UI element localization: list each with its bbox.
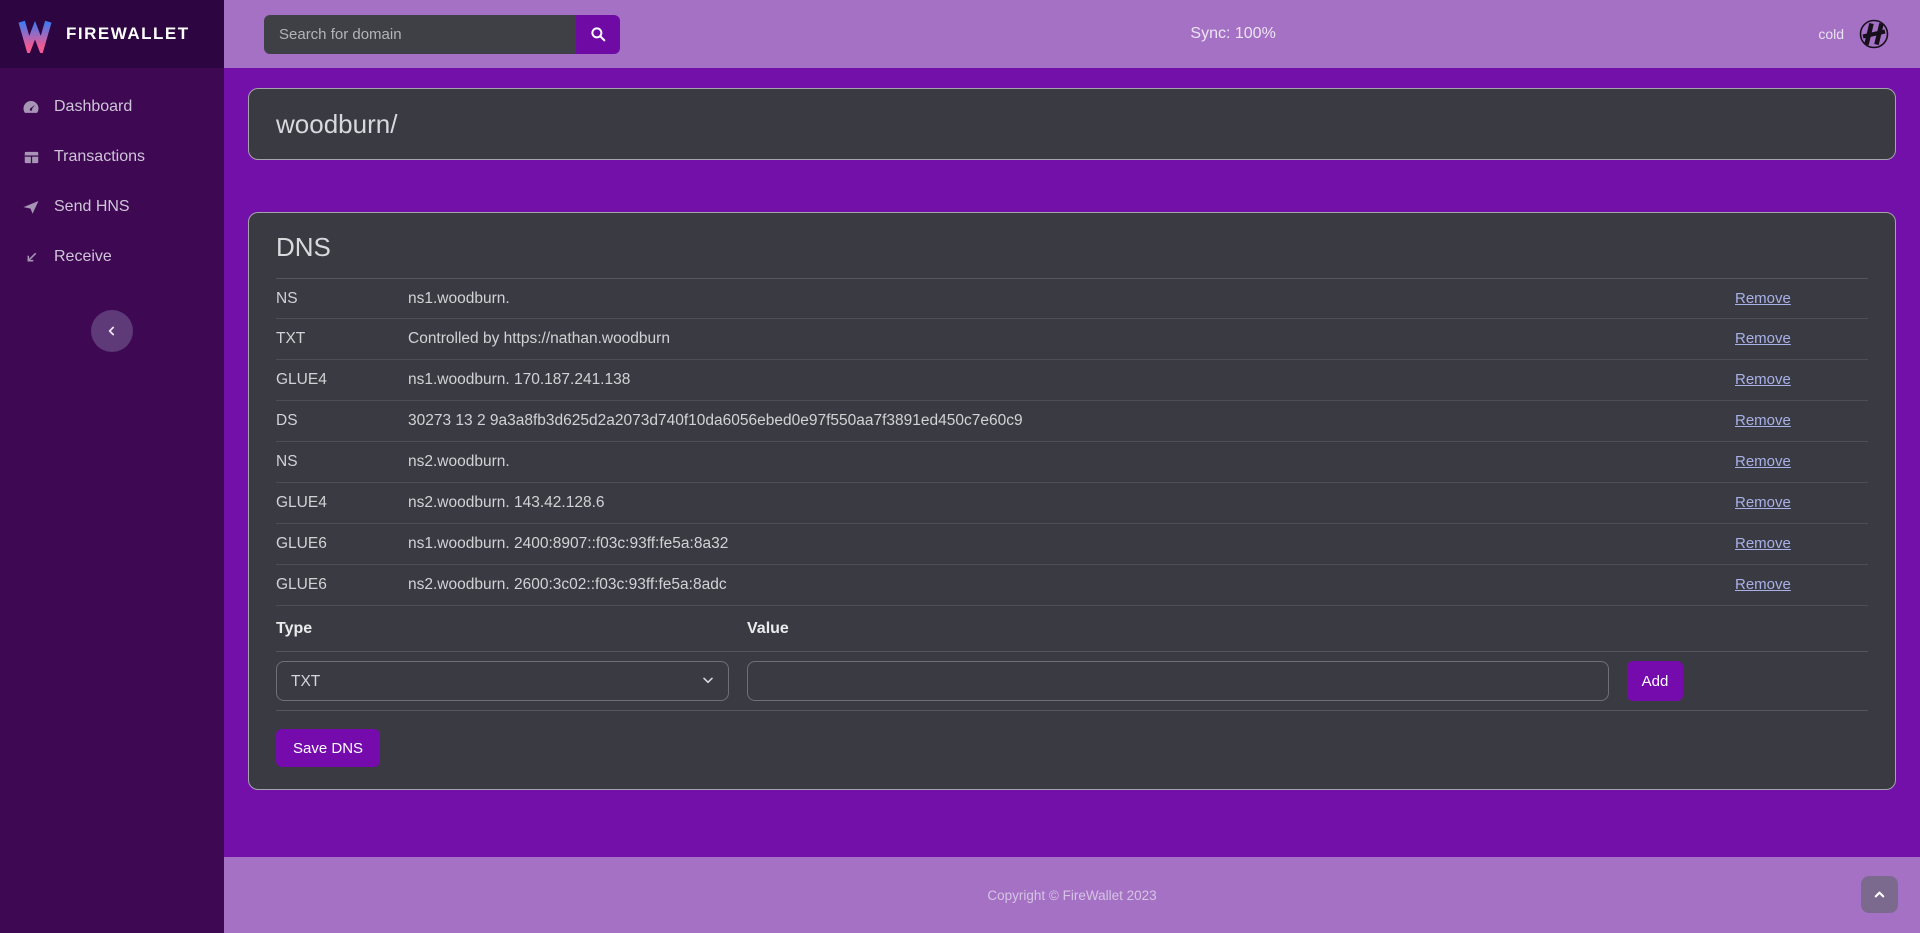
remove-link[interactable]: Remove (1735, 453, 1791, 470)
topbar: Sync: 100% cold (224, 0, 1920, 68)
chevron-up-icon (1872, 887, 1887, 902)
remove-link[interactable]: Remove (1735, 535, 1791, 552)
sidebar-item-dashboard[interactable]: Dashboard (0, 82, 224, 132)
record-value: ns2.woodburn. (408, 453, 1735, 471)
page-title: woodburn/ (276, 109, 397, 140)
main-column: Sync: 100% cold woodburn/ DNS (224, 0, 1920, 933)
dns-record-row: NS ns2.woodburn. Remove (276, 442, 1868, 483)
domain-card: woodburn/ (248, 88, 1896, 160)
remove-link[interactable]: Remove (1735, 290, 1791, 307)
save-dns-button[interactable]: Save DNS (276, 729, 380, 767)
remove-link[interactable]: Remove (1735, 494, 1791, 511)
brand-title: FIREWALLET (66, 24, 190, 44)
record-type: NS (276, 290, 408, 308)
remove-link[interactable]: Remove (1735, 576, 1791, 593)
remove-link[interactable]: Remove (1735, 412, 1791, 429)
dns-record-row: DS 30273 13 2 9a3a8fb3d625d2a2073d740f10… (276, 401, 1868, 442)
add-record-button[interactable]: Add (1627, 661, 1683, 701)
record-type: GLUE6 (276, 576, 408, 594)
record-value: ns1.woodburn. 2400:8907::f03c:93ff:fe5a:… (408, 535, 1735, 553)
domain-search (264, 15, 620, 54)
dns-record-row: NS ns1.woodburn. Remove (276, 278, 1868, 319)
paper-plane-icon (21, 197, 41, 217)
arrow-down-left-icon (21, 247, 41, 267)
dns-records-table: NS ns1.woodburn. Remove TXT Controlled b… (276, 278, 1868, 606)
record-type: GLUE4 (276, 494, 408, 512)
search-button[interactable] (576, 15, 620, 54)
content-area: woodburn/ DNS NS ns1.woodburn. Remove TX… (224, 68, 1920, 857)
record-value: 30273 13 2 9a3a8fb3d625d2a2073d740f10da6… (408, 412, 1735, 430)
table-icon (21, 147, 41, 167)
sidebar-item-label: Dashboard (54, 98, 132, 116)
sync-status: Sync: 100% (1190, 25, 1275, 43)
firewallet-logo-icon (16, 15, 54, 53)
record-type: GLUE4 (276, 371, 408, 389)
sidebar: FIREWALLET Dashboard Transactions (0, 0, 224, 933)
record-value: ns1.woodburn. (408, 290, 1735, 308)
wallet-name: cold (1818, 26, 1844, 42)
record-value: ns2.woodburn. 143.42.128.6 (408, 494, 1735, 512)
footer: Copyright © FireWallet 2023 (224, 857, 1920, 933)
record-type-select-wrap: TXT (276, 661, 729, 701)
record-type-select[interactable]: TXT (276, 661, 729, 701)
record-type: DS (276, 412, 408, 430)
dns-record-row: GLUE4 ns1.woodburn. 170.187.241.138 Remo… (276, 360, 1868, 401)
gauge-icon (21, 97, 41, 117)
brand-header[interactable]: FIREWALLET (0, 0, 224, 68)
collapse-sidebar-button[interactable] (91, 310, 133, 352)
record-type: TXT (276, 330, 408, 348)
search-icon (589, 25, 607, 43)
record-value: ns2.woodburn. 2600:3c02::f03c:93ff:fe5a:… (408, 576, 1735, 594)
sidebar-item-transactions[interactable]: Transactions (0, 132, 224, 182)
value-column-header: Value (747, 620, 1868, 638)
remove-link[interactable]: Remove (1735, 330, 1791, 347)
record-type: GLUE6 (276, 535, 408, 553)
handshake-logo-icon (1854, 14, 1894, 54)
record-value: Controlled by https://nathan.woodburn (408, 330, 1735, 348)
dns-record-row: GLUE4 ns2.woodburn. 143.42.128.6 Remove (276, 483, 1868, 524)
type-column-header: Type (276, 620, 747, 638)
remove-link[interactable]: Remove (1735, 371, 1791, 388)
sidebar-item-label: Receive (54, 248, 112, 266)
wallet-indicator[interactable]: cold (1818, 14, 1894, 54)
sidebar-item-receive[interactable]: Receive (0, 232, 224, 282)
dns-record-row: TXT Controlled by https://nathan.woodbur… (276, 319, 1868, 360)
record-value-input[interactable] (747, 661, 1609, 701)
dns-section-title: DNS (276, 213, 1868, 278)
sidebar-item-label: Send HNS (54, 198, 130, 216)
add-record-header: Type Value (276, 606, 1868, 652)
scroll-to-top-button[interactable] (1861, 876, 1898, 913)
sidebar-item-label: Transactions (54, 148, 145, 166)
sidebar-item-send-hns[interactable]: Send HNS (0, 182, 224, 232)
add-record-form: TXT Add (276, 652, 1868, 711)
record-type: NS (276, 453, 408, 471)
chevron-left-icon (105, 324, 119, 338)
copyright-text: Copyright © FireWallet 2023 (987, 888, 1156, 903)
search-input[interactable] (264, 15, 576, 54)
dns-record-row: GLUE6 ns1.woodburn. 2400:8907::f03c:93ff… (276, 524, 1868, 565)
dns-record-row: GLUE6 ns2.woodburn. 2600:3c02::f03c:93ff… (276, 565, 1868, 606)
dns-card: DNS NS ns1.woodburn. Remove TXT Controll… (248, 212, 1896, 790)
sidebar-nav: Dashboard Transactions Send HNS (0, 68, 224, 282)
record-value: ns1.woodburn. 170.187.241.138 (408, 371, 1735, 389)
